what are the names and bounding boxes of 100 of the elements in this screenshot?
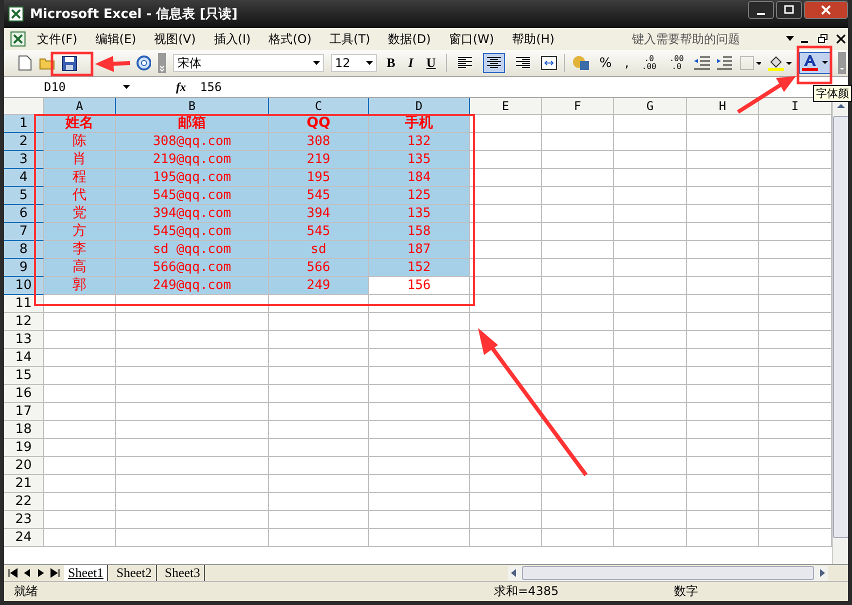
maximize-button[interactable] xyxy=(776,1,802,19)
row-header[interactable]: 7 xyxy=(4,223,44,241)
row-header[interactable]: 12 xyxy=(4,313,44,331)
align-icon xyxy=(486,57,501,69)
merge-cells-icon[interactable] xyxy=(540,56,557,70)
table-cell xyxy=(542,529,614,547)
fill-color-icon[interactable] xyxy=(768,55,792,71)
column-header[interactable]: C xyxy=(269,98,369,115)
help-search-field[interactable]: 键入需要帮助的问题 xyxy=(632,30,782,48)
table-cell: 邮箱 xyxy=(116,115,269,133)
previous-sheet-icon[interactable] xyxy=(22,568,32,578)
row-header[interactable]: 11 xyxy=(4,295,44,313)
row-header[interactable]: 18 xyxy=(4,421,44,439)
row-header[interactable]: 13 xyxy=(4,331,44,349)
minimize-button[interactable] xyxy=(748,1,774,19)
table-cell xyxy=(44,511,116,529)
row-header[interactable]: 8 xyxy=(4,241,44,259)
row-header[interactable]: 10 xyxy=(4,277,44,295)
table-cell xyxy=(470,115,542,133)
scroll-thumb[interactable] xyxy=(833,116,848,538)
row-header[interactable]: 5 xyxy=(4,187,44,205)
column-header[interactable]: H xyxy=(687,98,759,115)
row-header[interactable]: 16 xyxy=(4,385,44,403)
column-header[interactable]: E xyxy=(470,98,542,115)
function-label[interactable]: fx xyxy=(176,80,186,94)
menu-item[interactable]: 文件(F) xyxy=(30,30,84,48)
menu-item[interactable]: 帮助(H) xyxy=(505,30,562,48)
menu-item[interactable]: 编辑(E) xyxy=(88,30,144,48)
table-cell xyxy=(470,223,542,241)
currency-icon[interactable] xyxy=(572,55,590,71)
table-cell: 545@qq.com xyxy=(116,223,269,241)
toolbar-options-icon[interactable] xyxy=(158,53,166,73)
dropdown-arrow-icon[interactable] xyxy=(786,36,794,42)
number-format-button[interactable]: , xyxy=(622,53,632,73)
font-size-dropdown[interactable]: 12 xyxy=(330,54,377,72)
row-header[interactable]: 24 xyxy=(4,529,44,547)
menu-item[interactable]: 窗口(W) xyxy=(442,30,502,48)
row-header[interactable]: 20 xyxy=(4,457,44,475)
table-cell xyxy=(687,241,759,259)
decimal-button[interactable]: .00 .0 xyxy=(666,53,687,73)
column-header[interactable]: B xyxy=(116,98,269,115)
menu-item[interactable]: 视图(V) xyxy=(147,30,203,48)
row-header[interactable]: 6 xyxy=(4,205,44,223)
align-button[interactable] xyxy=(482,53,505,73)
format-button[interactable]: B xyxy=(384,53,398,73)
restore-icon[interactable] xyxy=(818,34,828,44)
name-box[interactable]: D10 xyxy=(4,80,136,94)
table-cell xyxy=(542,385,614,403)
row-header[interactable]: 15 xyxy=(4,367,44,385)
table-cell xyxy=(44,295,116,313)
font-dropdown[interactable]: 宋体 xyxy=(173,54,324,72)
column-header[interactable]: A xyxy=(44,98,116,115)
formula-field[interactable]: 156 xyxy=(200,80,222,94)
table-cell xyxy=(470,295,542,313)
row-header[interactable]: 14 xyxy=(4,349,44,367)
menu-item[interactable]: 插入(I) xyxy=(206,30,258,48)
borders-icon[interactable] xyxy=(740,56,762,70)
next-sheet-icon[interactable] xyxy=(36,568,46,578)
row-header[interactable]: 9 xyxy=(4,259,44,277)
row-header[interactable]: 3 xyxy=(4,151,44,169)
increase-indent-icon[interactable] xyxy=(716,56,732,70)
table-cell xyxy=(687,457,759,475)
table-cell xyxy=(542,439,614,457)
number-format-button[interactable]: % xyxy=(596,53,615,73)
row-header[interactable]: 21 xyxy=(4,475,44,493)
table-cell: 566@qq.com xyxy=(116,259,269,277)
table-cell: 程 xyxy=(44,169,116,187)
column-header[interactable]: G xyxy=(614,98,687,115)
font-color-button[interactable] xyxy=(799,52,832,74)
table-cell: 394 xyxy=(269,205,369,223)
format-button[interactable]: U xyxy=(423,53,439,73)
menu-item[interactable]: 数据(D) xyxy=(381,30,438,48)
table-cell: 545 xyxy=(269,223,369,241)
menu-item[interactable]: 格式(O) xyxy=(262,30,319,48)
save-icon[interactable] xyxy=(62,56,77,70)
table-cell: 肖 xyxy=(44,151,116,169)
column-header[interactable]: D xyxy=(369,98,470,115)
row-header[interactable]: 17 xyxy=(4,403,44,421)
row-header[interactable]: 23 xyxy=(4,511,44,529)
close-icon[interactable] xyxy=(836,34,846,44)
decimal-button[interactable]: .0 .00 xyxy=(638,53,660,73)
decrease-indent-icon[interactable] xyxy=(694,56,710,70)
first-sheet-icon[interactable] xyxy=(8,568,18,578)
row-header[interactable]: 4 xyxy=(4,169,44,187)
column-header[interactable]: F xyxy=(542,98,614,115)
column-header[interactable]: I xyxy=(759,98,832,115)
sum-readout: 求和=4385 xyxy=(494,583,560,600)
row-header[interactable]: 1 xyxy=(4,115,44,133)
table-cell: 545@qq.com xyxy=(116,187,269,205)
format-button[interactable]: I xyxy=(405,53,416,73)
close-button[interactable] xyxy=(804,1,848,19)
row-header[interactable]: 22 xyxy=(4,493,44,511)
row-header[interactable]: 19 xyxy=(4,439,44,457)
row-header[interactable]: 2 xyxy=(4,133,44,151)
menu-item[interactable]: 工具(T) xyxy=(322,30,378,48)
table-cell xyxy=(687,223,759,241)
table-cell xyxy=(687,133,759,151)
sheet-tab[interactable]: Sheet1 xyxy=(64,565,108,581)
new-file-icon[interactable] xyxy=(18,55,32,71)
last-sheet-icon[interactable] xyxy=(50,568,60,578)
